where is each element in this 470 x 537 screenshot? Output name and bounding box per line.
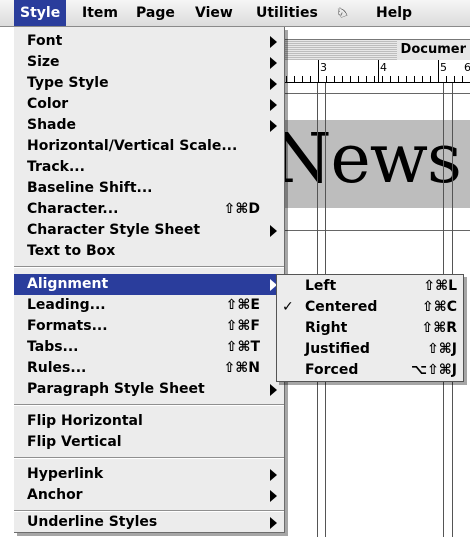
menu-item-text-to-box[interactable]: Text to Box: [14, 241, 284, 262]
ruler-number: 6: [464, 61, 470, 74]
menu-item-formats[interactable]: Formats... ⇧⌘F: [14, 316, 284, 337]
shortcut: ⌥⇧⌘J: [410, 362, 457, 378]
menu-item-hyperlink[interactable]: Hyperlink: [14, 464, 284, 485]
submenu-arrow-icon: [270, 517, 277, 529]
masthead-text: News: [272, 120, 462, 199]
alignment-centered[interactable]: ✓ Centered ⇧⌘C: [277, 297, 463, 318]
menu-item-anchor[interactable]: Anchor: [14, 485, 284, 506]
menu-item-shade[interactable]: Shade: [14, 115, 284, 136]
ruler-major-tick: [318, 60, 319, 82]
shortcut: ⇧⌘E: [225, 297, 260, 313]
shortcut: ⇧⌘L: [423, 278, 457, 294]
menu-item-flip-horizontal[interactable]: Flip Horizontal: [14, 411, 284, 432]
document-title: Documer: [396, 40, 470, 60]
menu-view[interactable]: View: [189, 0, 239, 26]
submenu-arrow-icon: [270, 225, 277, 237]
menu-item-underline-styles[interactable]: Underline Styles: [14, 512, 284, 533]
menu-item-size[interactable]: Size: [14, 52, 284, 73]
ruler-number: 3: [320, 61, 327, 74]
menu-item-scale[interactable]: Horizontal/Vertical Scale...: [14, 136, 284, 157]
menu-item-rules[interactable]: Rules... ⇧⌘N: [14, 358, 284, 379]
submenu-arrow-icon: [270, 57, 277, 69]
submenu-arrow-icon: [270, 490, 277, 502]
menu-bar: Style Item Page View Utilities ♘ Help: [0, 0, 470, 27]
menu-utilities[interactable]: Utilities: [250, 0, 324, 26]
checkmark-icon: ✓: [282, 299, 294, 315]
menu-page[interactable]: Page: [130, 0, 181, 26]
shortcut: ⇧⌘C: [422, 299, 457, 315]
submenu-arrow-icon: [270, 36, 277, 48]
menu-item-font[interactable]: Font: [14, 31, 284, 52]
ruler-number: 4: [380, 61, 387, 74]
style-menu: Font Size Type Style Color Shade Horizon…: [14, 27, 285, 533]
document-titlebar[interactable]: Documer: [270, 39, 470, 61]
ruler-major-tick: [438, 60, 439, 82]
shortcut: ⇧⌘R: [421, 320, 458, 336]
menu-item-flip-vertical[interactable]: Flip Vertical: [14, 432, 284, 453]
shortcut: ⇧⌘J: [427, 341, 457, 357]
guide-line: [270, 230, 470, 231]
submenu-arrow-icon: [270, 469, 277, 481]
menu-item-alignment[interactable]: Alignment: [14, 274, 284, 295]
submenu-arrow-icon: [270, 384, 277, 396]
menu-style[interactable]: Style: [14, 0, 67, 26]
alignment-right[interactable]: Right ⇧⌘R: [277, 318, 463, 339]
guide-line: [270, 93, 470, 94]
alignment-forced[interactable]: Forced ⌥⇧⌘J: [277, 360, 463, 381]
menu-item-character-style-sheet[interactable]: Character Style Sheet: [14, 220, 284, 241]
shortcut: ⇧⌘T: [225, 339, 260, 355]
menu-separator: [14, 404, 284, 406]
ruler-major-tick: [378, 60, 379, 82]
alignment-submenu: Left ⇧⌘L ✓ Centered ⇧⌘C Right ⇧⌘R Justified…: [276, 274, 464, 382]
ruler-number: 5: [440, 61, 447, 74]
menu-item-type-style[interactable]: Type Style: [14, 73, 284, 94]
submenu-arrow-icon: [270, 78, 277, 90]
menu-help[interactable]: Help: [370, 0, 418, 26]
menu-item-track[interactable]: Track...: [14, 157, 284, 178]
script-icon[interactable]: ♘: [330, 0, 355, 26]
menu-item-tabs[interactable]: Tabs... ⇧⌘T: [14, 337, 284, 358]
alignment-justified[interactable]: Justified ⇧⌘J: [277, 339, 463, 360]
menu-item-character[interactable]: Character... ⇧⌘D: [14, 199, 284, 220]
submenu-arrow-icon: [270, 99, 277, 111]
menu-item-color[interactable]: Color: [14, 94, 284, 115]
menu-separator: [14, 457, 284, 459]
shortcut: ⇧⌘F: [225, 318, 260, 334]
shortcut: ⇧⌘D: [223, 201, 260, 217]
shortcut: ⇧⌘N: [223, 360, 260, 376]
menu-item-leading[interactable]: Leading... ⇧⌘E: [14, 295, 284, 316]
menu-item-paragraph-style-sheet[interactable]: Paragraph Style Sheet: [14, 379, 284, 400]
menu-item[interactable]: Item: [76, 0, 124, 26]
menu-separator: [14, 266, 284, 268]
menu-item-baseline-shift[interactable]: Baseline Shift...: [14, 178, 284, 199]
submenu-arrow-icon: [270, 120, 277, 132]
alignment-left[interactable]: Left ⇧⌘L: [277, 276, 463, 297]
horizontal-ruler[interactable]: 3 4 5 6: [270, 60, 470, 83]
